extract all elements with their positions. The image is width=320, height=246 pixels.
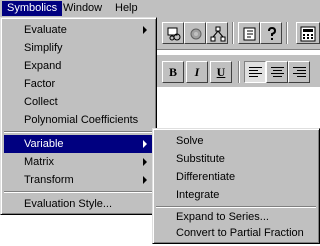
reference-button[interactable] [238, 22, 260, 44]
italic-button[interactable]: I [186, 61, 208, 83]
align-center-button[interactable] [266, 61, 288, 83]
menu-item-label: Simplify [24, 42, 63, 54]
calculator-icon [300, 26, 316, 42]
menu-separator [4, 131, 153, 133]
variable-submenu: Solve Substitute Differentiate Integrate… [152, 128, 320, 244]
italic-label: I [194, 65, 200, 79]
settings-button[interactable] [184, 22, 206, 44]
submenu-arrow-icon [143, 158, 147, 166]
menu-item-solve[interactable]: Solve [156, 132, 316, 150]
toolbar-separator [232, 22, 234, 44]
menu-item-label: Factor [24, 78, 56, 90]
menu-help[interactable]: Help [110, 1, 143, 16]
menu-item-label: Differentiate [176, 171, 236, 183]
menu-symbolics[interactable]: Symbolics [2, 1, 63, 16]
bold-button[interactable]: B [162, 61, 184, 83]
calculator-button[interactable] [296, 22, 320, 44]
menu-item-label: Expand [24, 60, 62, 72]
menu-item-label: Expand to Series... [176, 211, 269, 223]
menu-item-label: Collect [24, 96, 58, 108]
network-button[interactable] [206, 22, 228, 44]
menu-item-label: Solve [176, 135, 204, 147]
menu-item-label: Transform [24, 174, 74, 186]
standard-toolbar [150, 17, 320, 49]
menu-help-label: Help [115, 2, 138, 14]
copy-format-icon [167, 27, 181, 41]
menu-item-transform[interactable]: Transform [4, 171, 153, 189]
menu-separator [4, 191, 153, 193]
menu-item-substitute[interactable]: Substitute [156, 150, 316, 168]
menu-window[interactable]: Window [58, 1, 107, 16]
menu-item-label: Convert to Partial Fraction [176, 227, 304, 239]
menu-item-label: Polynomial Coefficients [24, 114, 139, 126]
menu-item-evaluate[interactable]: Evaluate [4, 21, 153, 39]
menu-item-convert-to-partial-fraction[interactable]: Convert to Partial Fraction [156, 224, 316, 242]
menu-item-expand[interactable]: Expand [4, 57, 153, 75]
menu-item-label: Variable [24, 138, 64, 150]
toolbar-separator [286, 22, 288, 44]
submenu-arrow-icon [143, 140, 147, 148]
menu-item-label: Substitute [176, 153, 225, 165]
align-right-button[interactable] [288, 61, 310, 83]
toolbar-separator [238, 61, 240, 83]
copy-format-button[interactable] [162, 22, 184, 44]
menu-item-label: Evaluation Style... [24, 198, 113, 210]
help-button[interactable] [260, 22, 282, 44]
submenu-arrow-icon [143, 176, 147, 184]
book-icon [243, 27, 256, 41]
menu-item-factor[interactable]: Factor [4, 75, 153, 93]
menu-item-evaluation-style[interactable]: Evaluation Style... [4, 195, 153, 213]
menu-item-integrate[interactable]: Integrate [156, 186, 316, 204]
menu-window-label: Window [63, 2, 103, 14]
menu-item-label: Integrate [176, 189, 220, 201]
menu-item-label: Matrix [24, 156, 54, 168]
menu-item-label: Evaluate [24, 24, 67, 36]
menu-symbolics-label: Symbolics [7, 2, 58, 14]
menu-item-polynomial-coefficients[interactable]: Polynomial Coefficients [4, 111, 153, 129]
menu-item-matrix[interactable]: Matrix [4, 153, 153, 171]
menu-item-collect[interactable]: Collect [4, 93, 153, 111]
align-left-button[interactable] [244, 61, 266, 83]
submenu-arrow-icon [143, 26, 147, 34]
format-toolbar: B I U [150, 55, 320, 87]
menu-item-variable[interactable]: Variable [4, 135, 153, 153]
help-icon [268, 26, 277, 40]
gear-icon [190, 28, 202, 40]
underline-button[interactable]: U [210, 61, 232, 83]
menu-item-differentiate[interactable]: Differentiate [156, 168, 316, 186]
menu-item-simplify[interactable]: Simplify [4, 39, 153, 57]
underline-label: U [216, 65, 226, 79]
network-icon [210, 26, 226, 42]
menu-bar: Symbolics Window Help [0, 0, 320, 17]
bold-label: B [168, 65, 177, 79]
symbolics-menu: Evaluate Simplify Expand Factor Collect … [0, 17, 157, 215]
